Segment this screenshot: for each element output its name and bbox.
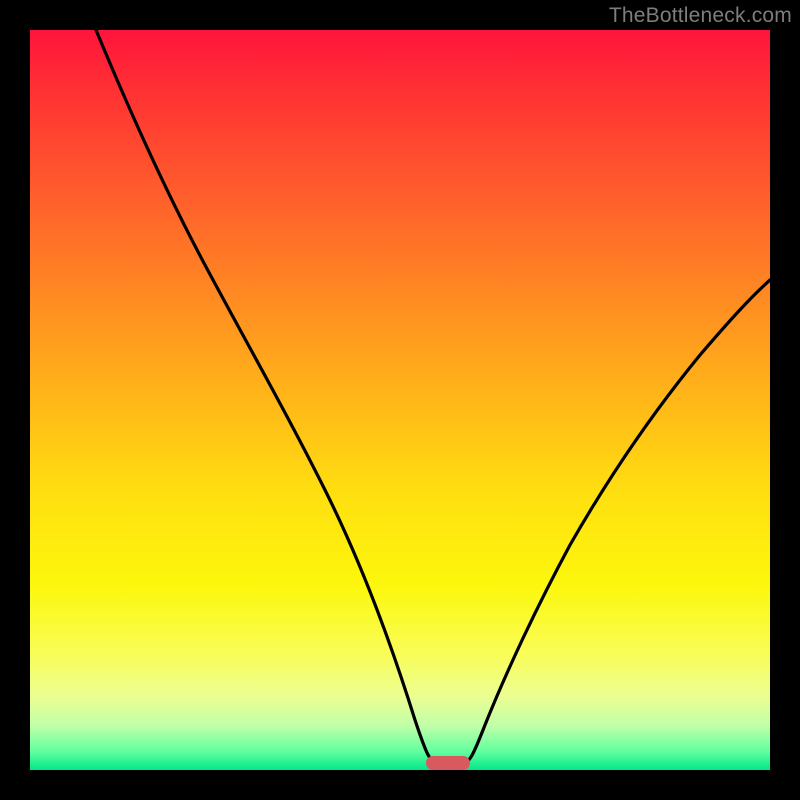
bottleneck-curve [30,30,770,770]
watermark-text: TheBottleneck.com [609,4,792,28]
plot-area [30,30,770,770]
curve-path [96,30,770,765]
optimal-point-marker [426,756,470,770]
chart-frame: TheBottleneck.com [0,0,800,800]
